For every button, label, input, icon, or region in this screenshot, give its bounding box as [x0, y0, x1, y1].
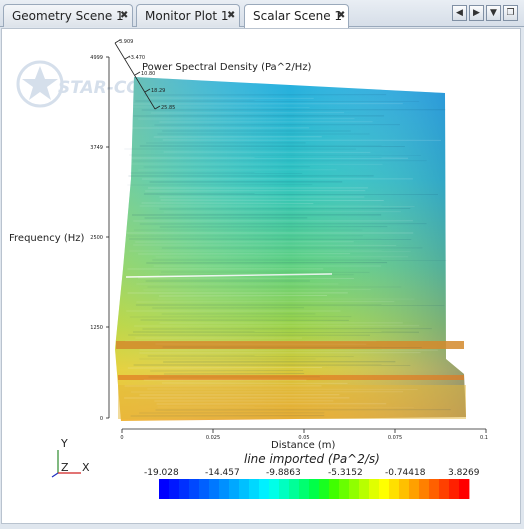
tab-scalar-scene-1[interactable]: Scalar Scene 1 ✖ — [244, 4, 349, 28]
color-legend-swatch — [459, 479, 469, 499]
y-axis-title: Frequency (Hz) — [9, 233, 85, 244]
color-legend-bar — [159, 479, 469, 499]
surface-band — [118, 375, 464, 380]
color-legend-swatch — [319, 479, 329, 499]
psd-tick: 18.29 — [151, 88, 165, 94]
color-legend-swatch — [199, 479, 209, 499]
psd-tick: -3.470 — [129, 55, 145, 61]
color-legend-swatch — [179, 479, 189, 499]
psd-tick: 25.85 — [161, 105, 175, 111]
triad-x-label: X — [82, 461, 90, 474]
color-legend-tick: -0.74418 — [385, 468, 426, 478]
tab-bar: Geometry Scene 1 ✖ Monitor Plot 1 ✖ Scal… — [0, 0, 524, 27]
color-legend-swatch — [349, 479, 359, 499]
color-legend-swatch — [389, 479, 399, 499]
tab-geometry-scene-1[interactable]: Geometry Scene 1 ✖ — [3, 4, 133, 27]
tab-monitor-plot-1[interactable]: Monitor Plot 1 ✖ — [136, 4, 240, 27]
color-legend-swatch — [219, 479, 229, 499]
color-legend-swatch — [269, 479, 279, 499]
color-legend-title: line imported (Pa^2/s) — [244, 452, 380, 466]
x-tick-label: 0 — [120, 435, 123, 441]
psd-tick: 3.909 — [119, 39, 133, 45]
tab-close-icon[interactable]: ✖ — [227, 10, 235, 21]
y-axis: 4999 3749 2500 1250 0 Frequency (Hz) — [9, 55, 109, 422]
color-legend-swatch — [189, 479, 199, 499]
y-tick-label: 4999 — [90, 55, 103, 61]
color-legend-tick: -5.3152 — [328, 468, 363, 478]
color-legend-swatch — [409, 479, 419, 499]
x-tick-label: 0.025 — [206, 435, 220, 441]
color-legend-swatch — [419, 479, 429, 499]
color-legend-swatch — [209, 479, 219, 499]
color-legend-swatch — [299, 479, 309, 499]
color-legend-swatch — [449, 479, 459, 499]
scene-viewport[interactable]: STAR-CCM+ 3.909 -3.470 10.80 18.29 25.85 — [1, 28, 521, 524]
color-legend-tick: -14.457 — [205, 468, 240, 478]
color-legend-swatch — [339, 479, 349, 499]
color-legend-swatch — [289, 479, 299, 499]
triad-z-label: Z — [61, 461, 69, 474]
psd-surface — [115, 77, 466, 421]
color-legend-swatch — [239, 479, 249, 499]
tab-list-button[interactable]: ▼ — [486, 5, 501, 21]
color-legend-swatch — [249, 479, 259, 499]
color-legend-swatch — [259, 479, 269, 499]
scene-canvas: STAR-CCM+ 3.909 -3.470 10.80 18.29 25.85 — [2, 29, 522, 525]
color-legend-swatch — [159, 479, 169, 499]
y-tick-label: 3749 — [90, 145, 103, 151]
x-tick-label: 0.1 — [480, 435, 488, 441]
tab-close-icon[interactable]: ✖ — [337, 10, 345, 21]
color-legend-swatch — [359, 479, 369, 499]
next-tab-button[interactable]: ▶ — [469, 5, 484, 21]
triad-y-label: Y — [60, 437, 68, 450]
y-tick-label: 0 — [100, 416, 103, 422]
color-legend-swatch — [229, 479, 239, 499]
color-legend-tick: 3.8269 — [448, 468, 480, 478]
color-legend-tick: -19.028 — [144, 468, 179, 478]
color-legend-swatch — [429, 479, 439, 499]
axis-triad: Y Z X — [52, 437, 90, 477]
color-legend-swatch — [369, 479, 379, 499]
color-legend-swatch — [379, 479, 389, 499]
color-legend-swatch — [309, 479, 319, 499]
y-tick-label: 2500 — [90, 235, 103, 241]
x-tick-label: 0.075 — [388, 435, 402, 441]
x-axis: 0 0.025 0.05 0.075 0.1 Distance (m) — [120, 429, 488, 451]
color-legend-tick: -9.8863 — [266, 468, 301, 478]
y-tick-label: 1250 — [90, 325, 103, 331]
color-legend-swatch — [279, 479, 289, 499]
tab-label: Monitor Plot 1 — [145, 9, 229, 23]
restore-button[interactable]: ❐ — [503, 5, 518, 21]
tab-label: Scalar Scene 1 — [253, 9, 342, 23]
psd-axis-title: Power Spectral Density (Pa^2/Hz) — [142, 62, 312, 73]
tab-label: Geometry Scene 1 — [12, 9, 124, 23]
previous-tab-button[interactable]: ◀ — [452, 5, 467, 21]
x-axis-title: Distance (m) — [271, 440, 336, 451]
color-legend-swatch — [439, 479, 449, 499]
color-legend-swatch — [329, 479, 339, 499]
tab-close-icon[interactable]: ✖ — [120, 10, 128, 21]
surface-band — [118, 385, 466, 419]
color-legend-swatch — [399, 479, 409, 499]
color-legend-swatch — [169, 479, 179, 499]
color-legend: line imported (Pa^2/s) -19.028 -14.457 -… — [144, 452, 480, 499]
